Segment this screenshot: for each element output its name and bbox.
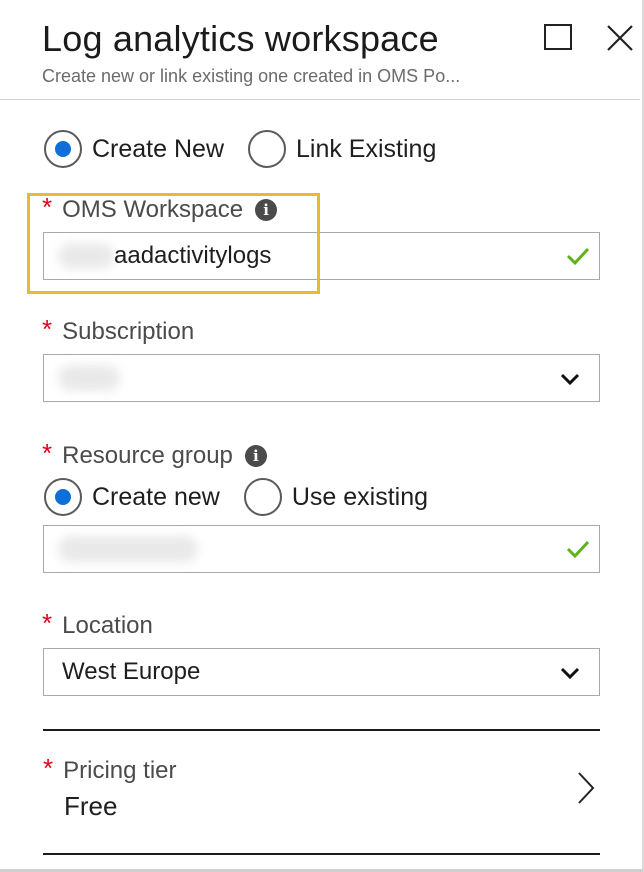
- redacted-prefix: [58, 243, 114, 269]
- radio-unselected-icon[interactable]: [248, 130, 286, 168]
- checkmark-icon: [566, 247, 590, 266]
- required-asterisk: *: [43, 753, 54, 783]
- required-asterisk: *: [42, 192, 53, 222]
- field-label-text: OMS Workspace: [62, 195, 244, 223]
- blade-subtitle: Create new or link existing one created …: [42, 66, 461, 86]
- radio-label: Create New: [92, 134, 224, 163]
- required-asterisk: *: [42, 314, 53, 344]
- subscription-label: * Subscription: [42, 314, 195, 347]
- info-icon[interactable]: i: [244, 444, 267, 467]
- location-select[interactable]: West Europe: [43, 648, 600, 696]
- redacted-subscription: [58, 365, 120, 391]
- checkmark-icon: [566, 540, 590, 559]
- divider: [43, 853, 600, 855]
- blade-title: Log analytics workspace: [42, 18, 439, 59]
- maximize-icon[interactable]: [544, 24, 572, 50]
- location-value: West Europe: [62, 658, 201, 685]
- chevron-down-icon: [560, 373, 580, 386]
- pricing-tier-selector[interactable]: * Pricing tier Free: [43, 731, 600, 853]
- pricing-tier-value: Free: [64, 791, 118, 821]
- radio-selected-icon[interactable]: [44, 130, 82, 168]
- subscription-select[interactable]: [43, 354, 600, 402]
- radio-selected-icon[interactable]: [44, 478, 82, 516]
- blade-header: Log analytics workspace Create new or li…: [0, 0, 640, 100]
- oms-workspace-value: aadactivitylogs: [114, 242, 272, 269]
- redacted-resource-group: [58, 536, 198, 562]
- field-label-text: Resource group: [62, 441, 233, 469]
- pricing-tier-label: * Pricing tier: [43, 753, 177, 786]
- oms-workspace-input[interactable]: aadactivitylogs: [43, 232, 600, 280]
- radio-label: Link Existing: [296, 134, 437, 163]
- workspace-mode-radio-group: Create New Link Existing: [44, 130, 460, 168]
- info-icon[interactable]: i: [255, 198, 278, 221]
- radio-label: Create new: [92, 482, 220, 511]
- radio-link-existing[interactable]: Link Existing: [248, 130, 436, 168]
- location-label: * Location: [42, 608, 153, 641]
- radio-create-new[interactable]: Create New: [44, 130, 224, 168]
- chevron-down-icon: [560, 667, 580, 680]
- required-asterisk: *: [42, 608, 53, 638]
- oms-workspace-label: * OMS Workspace i: [42, 192, 278, 225]
- required-asterisk: *: [42, 438, 53, 468]
- field-label-text: Subscription: [62, 317, 195, 345]
- chevron-right-icon: [578, 772, 595, 804]
- radio-unselected-icon[interactable]: [243, 478, 282, 516]
- radio-create-new-rg[interactable]: Create new: [44, 478, 220, 516]
- field-label-text: Location: [62, 611, 153, 639]
- resource-group-input[interactable]: [43, 525, 600, 573]
- field-label-text: Pricing tier: [63, 756, 177, 784]
- close-icon[interactable]: [604, 22, 636, 54]
- resource-group-radio-group: Create new Use existing: [44, 478, 452, 516]
- resource-group-label: * Resource group i: [42, 438, 267, 471]
- radio-use-existing-rg[interactable]: Use existing: [243, 478, 429, 516]
- radio-label: Use existing: [291, 482, 429, 511]
